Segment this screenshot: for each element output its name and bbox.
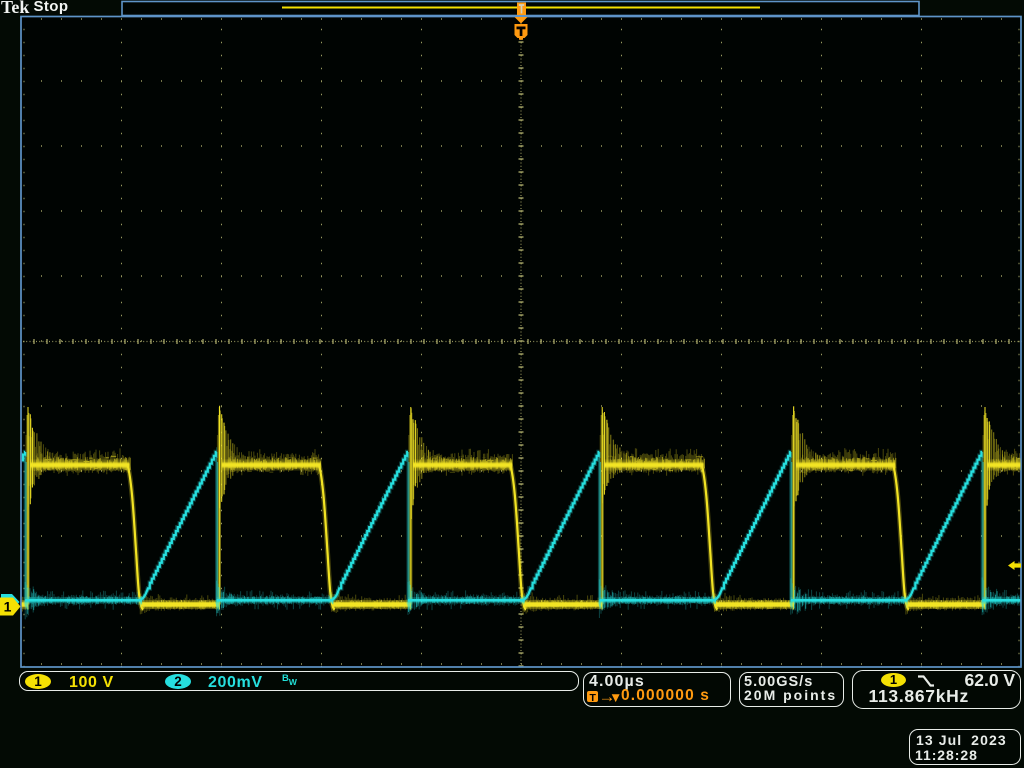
svg-text:1: 1 [4, 599, 12, 615]
